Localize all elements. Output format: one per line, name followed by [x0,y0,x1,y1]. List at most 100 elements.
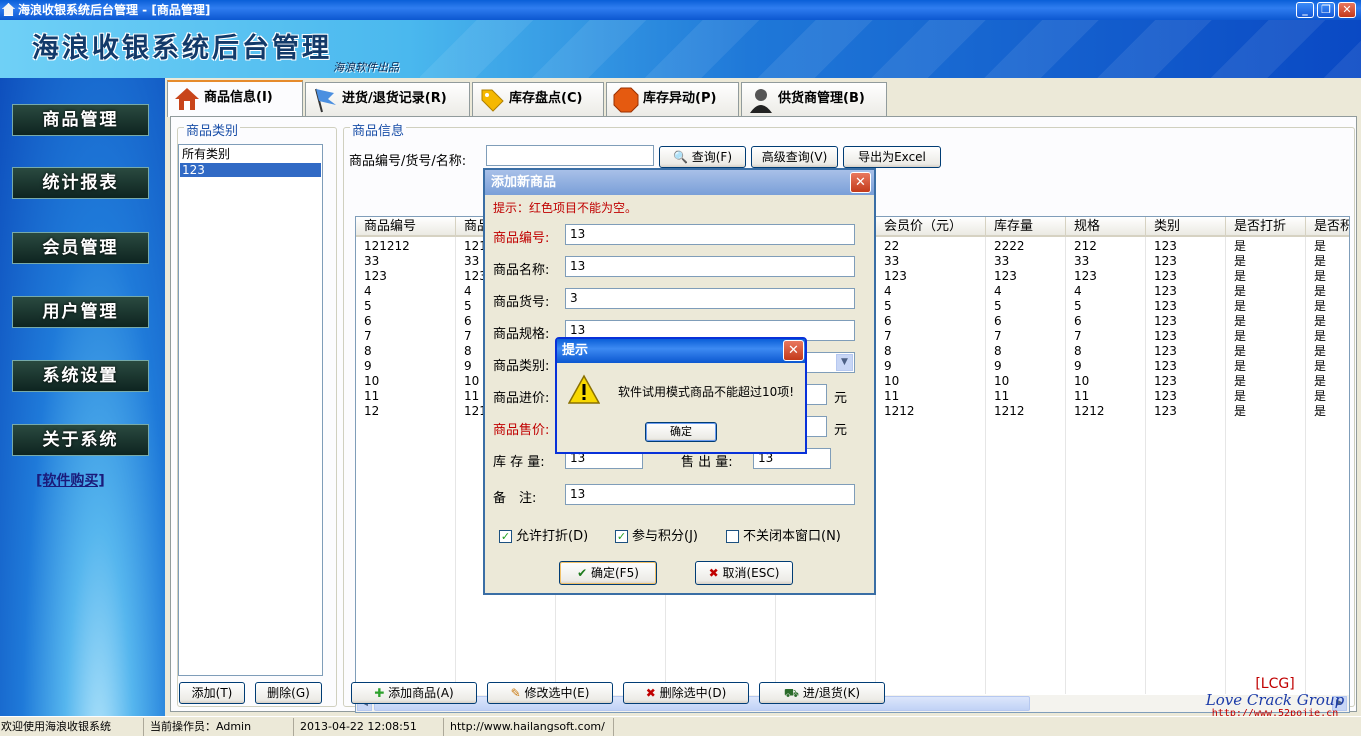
table-cell[interactable]: 11 [464,389,479,404]
sku-input[interactable]: 3 [565,288,855,309]
table-cell[interactable]: 4 [994,284,1002,299]
table-cell[interactable]: 123 [1154,389,1177,404]
column-header[interactable]: 规格 [1066,217,1146,237]
table-cell[interactable]: 33 [1074,254,1089,269]
table-cell[interactable]: 33 [364,254,379,269]
table-cell[interactable]: 5 [364,299,372,314]
table-cell[interactable]: 是 [1314,374,1326,389]
column-header[interactable]: 商品编号 [356,217,456,237]
table-cell[interactable]: 123 [1154,314,1177,329]
column-header[interactable]: 库存量 [986,217,1066,237]
table-cell[interactable]: 是 [1234,329,1246,344]
alert-close-button[interactable]: ✕ [783,340,804,361]
table-cell[interactable]: 9 [994,359,1002,374]
earn-points-checkbox[interactable]: ✓ 参与积分(J) [615,529,698,544]
table-cell[interactable]: 是 [1314,404,1326,419]
tab-product-info[interactable]: 商品信息(I) [167,80,303,117]
keep-window-open-checkbox[interactable]: 不关闭本窗口(N) [726,529,841,544]
table-cell[interactable]: 6 [464,314,472,329]
table-cell[interactable]: 123 [1154,329,1177,344]
table-cell[interactable]: 7 [884,329,892,344]
table-cell[interactable]: 8 [884,344,892,359]
table-cell[interactable]: 5 [1074,299,1082,314]
table-cell[interactable]: 是 [1314,284,1326,299]
alert-titlebar[interactable]: 提示 ✕ [557,339,805,363]
close-button[interactable]: ✕ [1338,2,1356,18]
tab-stock-changes[interactable]: 库存异动(P) [606,82,739,116]
table-cell[interactable]: 123 [1154,404,1177,419]
table-cell[interactable]: 是 [1314,314,1326,329]
list-item[interactable]: 所有类别 [179,145,322,163]
add-category-button[interactable]: 添加(T) [179,682,245,704]
table-cell[interactable]: 123 [1154,239,1177,254]
table-cell[interactable]: 是 [1314,344,1326,359]
table-cell[interactable]: 33 [884,254,899,269]
table-cell[interactable]: 123 [1154,344,1177,359]
export-excel-button[interactable]: 导出为Excel [843,146,941,168]
table-cell[interactable]: 123 [994,269,1017,284]
table-cell[interactable]: 2222 [994,239,1025,254]
table-cell[interactable]: 123 [1154,284,1177,299]
table-cell[interactable]: 5 [884,299,892,314]
table-cell[interactable]: 123 [884,269,907,284]
table-cell[interactable]: 10 [884,374,899,389]
table-cell[interactable]: 是 [1234,404,1246,419]
stock-in-out-button[interactable]: ⛟ 进/退货(K) [759,682,885,704]
dialog-close-button[interactable]: ✕ [850,172,871,193]
table-cell[interactable]: 7 [464,329,472,344]
table-cell[interactable]: 123 [1154,299,1177,314]
table-cell[interactable]: 是 [1314,389,1326,404]
nav-member-management[interactable]: 会员管理 [12,232,149,264]
table-cell[interactable]: 1212 [884,404,915,419]
table-cell[interactable]: 9 [1074,359,1082,374]
table-cell[interactable]: 11 [884,389,899,404]
nav-product-management[interactable]: 商品管理 [12,104,149,136]
nav-reports[interactable]: 统计报表 [12,167,149,199]
delete-selected-button[interactable]: ✖ 删除选中(D) [623,682,749,704]
minimize-button[interactable]: _ [1296,2,1314,18]
table-cell[interactable]: 是 [1314,239,1326,254]
table-cell[interactable]: 是 [1314,269,1326,284]
list-item-selected[interactable]: 123 [180,163,321,177]
window-titlebar[interactable]: 海浪收银系统后台管理 - [商品管理] _ ❐ ✕ [0,0,1361,20]
table-cell[interactable]: 7 [1074,329,1082,344]
table-cell[interactable]: 33 [994,254,1009,269]
table-cell[interactable]: 8 [464,344,472,359]
query-button[interactable]: 🔍 查询(F) [659,146,746,168]
buy-software-link[interactable]: [软件购买] [36,470,105,490]
dialog-titlebar[interactable]: 添加新商品 ✕ [485,170,874,195]
dialog-ok-button[interactable]: ✔ 确定(F5) [559,561,657,585]
tab-purchase-records[interactable]: 进货/退货记录(R) [305,82,470,116]
nav-user-management[interactable]: 用户管理 [12,296,149,328]
table-cell[interactable]: 是 [1314,329,1326,344]
table-cell[interactable]: 123 [1154,359,1177,374]
table-cell[interactable]: 123 [1154,269,1177,284]
tab-stock-count[interactable]: 库存盘点(C) [472,82,604,116]
table-cell[interactable]: 10 [364,374,379,389]
table-cell[interactable]: 是 [1314,359,1326,374]
alert-ok-button[interactable]: 确定 [645,422,717,442]
nav-system-settings[interactable]: 系统设置 [12,360,149,392]
table-cell[interactable]: 1212 [1074,404,1105,419]
delete-category-button[interactable]: 删除(G) [255,682,322,704]
table-cell[interactable]: 11 [1074,389,1089,404]
table-cell[interactable]: 123 [1074,269,1097,284]
table-cell[interactable]: 10 [994,374,1009,389]
chevron-down-icon[interactable]: ▼ [836,354,853,371]
table-cell[interactable]: 5 [994,299,1002,314]
table-cell[interactable]: 是 [1314,299,1326,314]
table-cell[interactable]: 11 [994,389,1009,404]
name-input[interactable]: 13 [565,256,855,277]
column-header[interactable]: 是否打折 [1226,217,1306,237]
table-cell[interactable]: 9 [884,359,892,374]
column-header[interactable]: 是否积 [1306,217,1349,237]
table-cell[interactable]: 121212 [364,239,410,254]
table-cell[interactable]: 是 [1234,359,1246,374]
note-input[interactable]: 13 [565,484,855,505]
table-cell[interactable]: 12 [364,404,379,419]
code-input[interactable]: 13 [565,224,855,245]
table-cell[interactable]: 7 [994,329,1002,344]
search-input[interactable] [486,145,654,166]
table-cell[interactable]: 是 [1314,254,1326,269]
table-cell[interactable]: 6 [994,314,1002,329]
